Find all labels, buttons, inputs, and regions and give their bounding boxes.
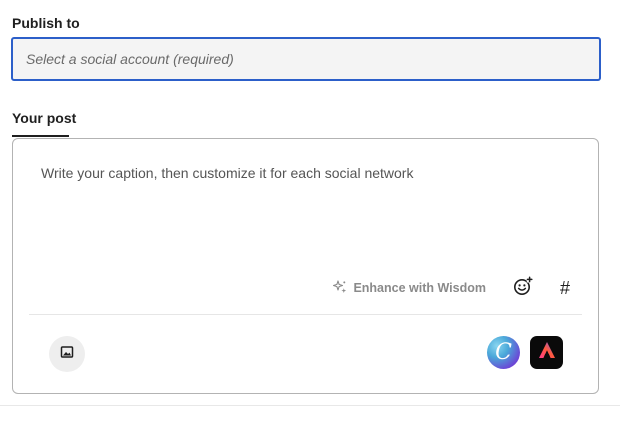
enhance-with-wisdom-button[interactable]: Enhance with Wisdom xyxy=(333,279,486,297)
post-composer: Publish to Select a social account (requ… xyxy=(0,0,620,426)
enhance-with-wisdom-label: Enhance with Wisdom xyxy=(353,281,486,295)
footer-divider xyxy=(0,405,620,406)
post-editor: Enhance with Wisdom # xyxy=(12,138,599,394)
tab-your-post[interactable]: Your post xyxy=(12,110,76,133)
adobe-express-icon xyxy=(537,340,557,365)
caption-toolbar: Enhance with Wisdom # xyxy=(333,275,576,301)
social-account-select[interactable]: Select a social account (required) xyxy=(11,37,601,81)
hashtag-icon: # xyxy=(559,277,570,298)
publish-to-label: Publish to xyxy=(12,15,80,31)
adobe-express-button[interactable] xyxy=(530,336,563,369)
active-tab-indicator xyxy=(12,135,69,137)
canva-icon: C xyxy=(495,340,512,365)
emoji-button[interactable] xyxy=(512,275,534,301)
emoji-add-icon xyxy=(513,275,533,301)
hashtag-button[interactable]: # xyxy=(554,277,576,299)
social-account-placeholder: Select a social account (required) xyxy=(26,51,234,67)
toolbar-divider xyxy=(29,314,582,315)
add-media-button[interactable] xyxy=(49,336,85,372)
canva-button[interactable]: C xyxy=(487,336,520,369)
image-icon xyxy=(60,345,74,364)
caption-input[interactable] xyxy=(41,165,561,181)
sparkle-icon xyxy=(333,279,347,297)
post-tabs: Your post xyxy=(12,110,76,137)
